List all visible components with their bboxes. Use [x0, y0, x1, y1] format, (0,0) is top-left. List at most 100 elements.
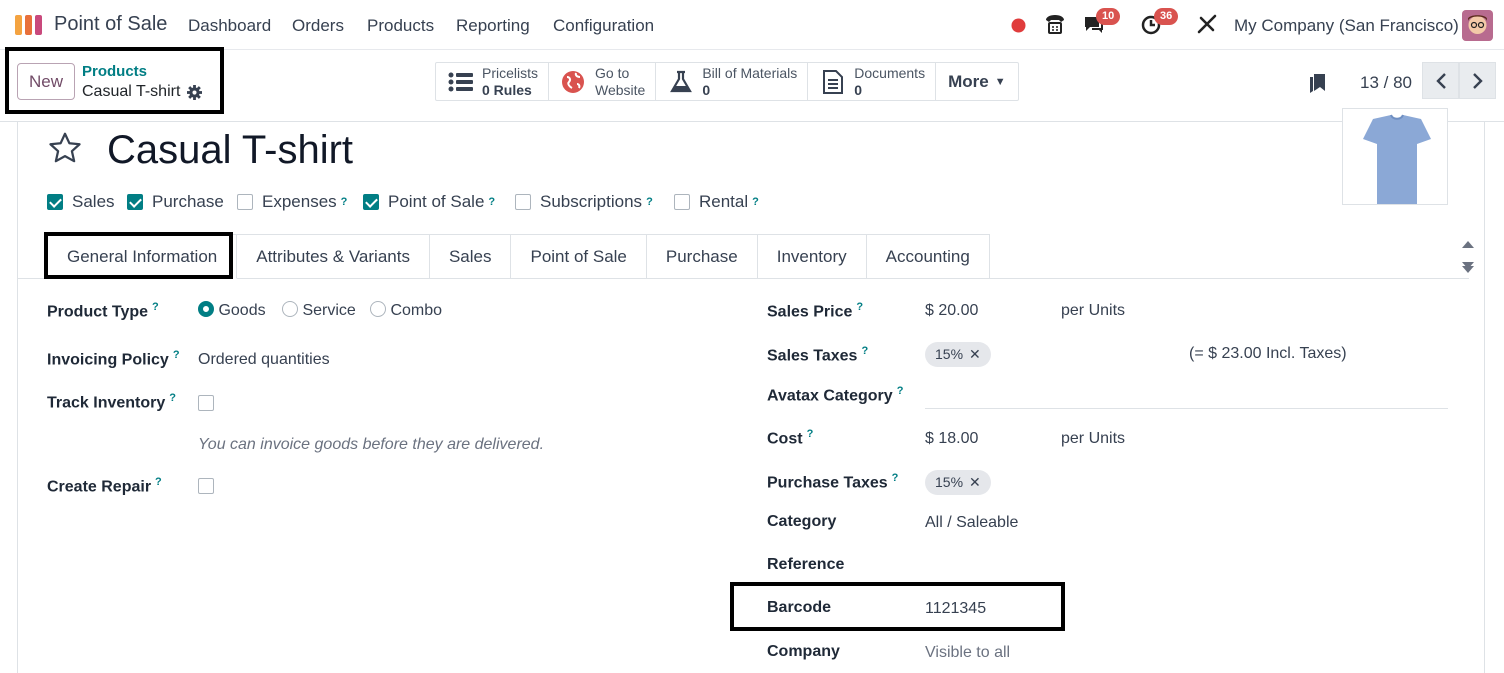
- radio-unselected[interactable]: [370, 301, 386, 317]
- smart-buttons: Pricelists 0 Rules Go to Website Bill of M…: [435, 62, 1019, 101]
- barcode-input[interactable]: 1121345: [925, 600, 986, 618]
- cost-input[interactable]: $ 18.00: [925, 430, 978, 448]
- help-tooltip-icon[interactable]: ?: [861, 345, 868, 357]
- checkbox-unchecked[interactable]: [237, 194, 253, 210]
- new-button[interactable]: New: [17, 63, 75, 100]
- sales-price-label: Sales Price?: [767, 301, 863, 321]
- help-tooltip-icon[interactable]: ?: [173, 349, 180, 361]
- status-dot-icon[interactable]: [1011, 18, 1026, 38]
- company-label: Company: [767, 643, 840, 660]
- remove-tag-icon[interactable]: ✕: [969, 346, 981, 362]
- help-tooltip-icon[interactable]: ?: [169, 392, 176, 404]
- cost-label: Cost?: [767, 428, 813, 448]
- product-type-radio-combo[interactable]: Combo: [370, 301, 442, 320]
- more-button[interactable]: More ▼: [936, 63, 1018, 100]
- product-type-radio-service[interactable]: Service: [282, 301, 356, 320]
- menu-products[interactable]: Products: [367, 16, 434, 36]
- help-tooltip-icon[interactable]: ?: [152, 301, 159, 313]
- help-tooltip-icon[interactable]: ?: [341, 196, 348, 208]
- tab-sales[interactable]: Sales: [429, 234, 512, 279]
- pager-next-button[interactable]: [1459, 62, 1496, 99]
- invoicing-policy-select[interactable]: Ordered quantities: [198, 351, 330, 369]
- smart-button-line1: Pricelists: [482, 64, 539, 81]
- help-tooltip-icon[interactable]: ?: [155, 476, 162, 488]
- bookmark-icon[interactable]: [1309, 73, 1327, 98]
- help-tooltip-icon[interactable]: ?: [488, 196, 495, 208]
- smart-button-bom[interactable]: Bill of Materials 0: [656, 63, 809, 100]
- product-image[interactable]: [1342, 108, 1448, 205]
- help-tooltip-icon[interactable]: ?: [856, 301, 863, 313]
- user-avatar[interactable]: [1462, 10, 1493, 41]
- messages-badge: 10: [1096, 8, 1121, 25]
- menu-dashboard[interactable]: Dashboard: [188, 16, 271, 36]
- company-select[interactable]: Visible to all: [925, 644, 1010, 662]
- menu-orders[interactable]: Orders: [292, 16, 344, 36]
- company-switcher[interactable]: My Company (San Francisco): [1234, 16, 1459, 36]
- category-select[interactable]: All / Saleable: [925, 514, 1018, 532]
- activities-badge: 36: [1154, 8, 1179, 25]
- flag-subscriptions[interactable]: Subscriptions ?: [515, 192, 653, 212]
- tab-purchase[interactable]: Purchase: [646, 234, 758, 279]
- flag-label: Rental: [699, 192, 749, 211]
- help-tooltip-icon[interactable]: ?: [892, 472, 899, 484]
- smart-button-line1: Documents: [854, 64, 926, 81]
- menu-reporting[interactable]: Reporting: [456, 16, 530, 36]
- label-text: Purchase Taxes: [767, 474, 888, 492]
- tab-attributes-variants[interactable]: Attributes & Variants: [237, 234, 430, 279]
- flag-expenses[interactable]: Expenses ?: [237, 192, 347, 212]
- label-text: Create Repair: [47, 478, 152, 496]
- checkbox-unchecked[interactable]: [515, 194, 531, 210]
- favorite-star-icon[interactable]: [47, 130, 83, 171]
- help-tooltip-icon[interactable]: ?: [897, 385, 904, 397]
- pager-value[interactable]: 13 / 80: [1360, 73, 1412, 93]
- radio-selected[interactable]: [198, 301, 214, 317]
- messages-icon[interactable]: 10: [1082, 8, 1121, 41]
- barcode-label: Barcode: [767, 599, 832, 616]
- flag-point-of-sale[interactable]: Point of Sale ?: [363, 192, 495, 212]
- flag-rental[interactable]: Rental ?: [674, 192, 759, 212]
- smart-button-website[interactable]: Go to Website: [549, 63, 657, 100]
- avatax-category-input[interactable]: [925, 408, 1448, 409]
- tag-label: 15%: [935, 346, 964, 362]
- tab-inventory[interactable]: Inventory: [757, 234, 867, 279]
- smart-button-documents[interactable]: Documents 0: [808, 63, 937, 100]
- flag-purchase[interactable]: Purchase: [127, 192, 224, 212]
- phone-icon[interactable]: [1043, 12, 1067, 41]
- pager-previous-button[interactable]: [1422, 62, 1459, 99]
- checkbox-checked[interactable]: [47, 194, 63, 210]
- checkbox-checked[interactable]: [363, 194, 379, 210]
- control-panel: New Products Casual T-shirt Pricelists 0 …: [0, 47, 1504, 122]
- breadcrumb-current: Casual T-shirt: [82, 83, 181, 100]
- app-name[interactable]: Point of Sale: [54, 13, 167, 36]
- annotation-box-tab: [44, 232, 233, 279]
- track-inventory-checkbox[interactable]: [198, 395, 214, 411]
- purchase-tax-tag[interactable]: 15% ✕: [925, 470, 991, 495]
- more-label: More: [948, 71, 989, 91]
- help-tooltip-icon[interactable]: ?: [807, 428, 814, 440]
- menu-configuration[interactable]: Configuration: [553, 16, 654, 36]
- product-type-radio-goods[interactable]: Goods: [198, 301, 266, 320]
- tab-accounting[interactable]: Accounting: [866, 234, 990, 279]
- remove-tag-icon[interactable]: ✕: [969, 474, 981, 490]
- checkbox-checked[interactable]: [127, 194, 143, 210]
- help-tooltip-icon[interactable]: ?: [752, 196, 759, 208]
- smart-button-pricelists[interactable]: Pricelists 0 Rules: [436, 63, 550, 100]
- activities-icon[interactable]: 36: [1140, 8, 1179, 41]
- product-type-label: Product Type?: [47, 301, 159, 321]
- radio-unselected[interactable]: [282, 301, 298, 317]
- label-text: Cost: [767, 430, 803, 448]
- create-repair-checkbox[interactable]: [198, 478, 214, 494]
- product-name[interactable]: Casual T-shirt: [107, 128, 353, 173]
- tab-point-of-sale[interactable]: Point of Sale: [511, 234, 647, 279]
- help-tooltip-icon[interactable]: ?: [646, 196, 653, 208]
- debug-tools-icon[interactable]: [1197, 14, 1217, 39]
- sales-tax-tag[interactable]: 15% ✕: [925, 342, 991, 367]
- gear-icon[interactable]: [187, 85, 202, 105]
- sales-price-input[interactable]: $ 20.00: [925, 302, 978, 320]
- scroll-arrows-icon[interactable]: [1461, 238, 1475, 276]
- breadcrumb-products-link[interactable]: Products: [82, 63, 147, 80]
- flag-sales[interactable]: Sales: [47, 192, 115, 212]
- checkbox-unchecked[interactable]: [674, 194, 690, 210]
- app-menu-icon[interactable]: [14, 13, 44, 37]
- flag-label: Point of Sale: [388, 192, 485, 211]
